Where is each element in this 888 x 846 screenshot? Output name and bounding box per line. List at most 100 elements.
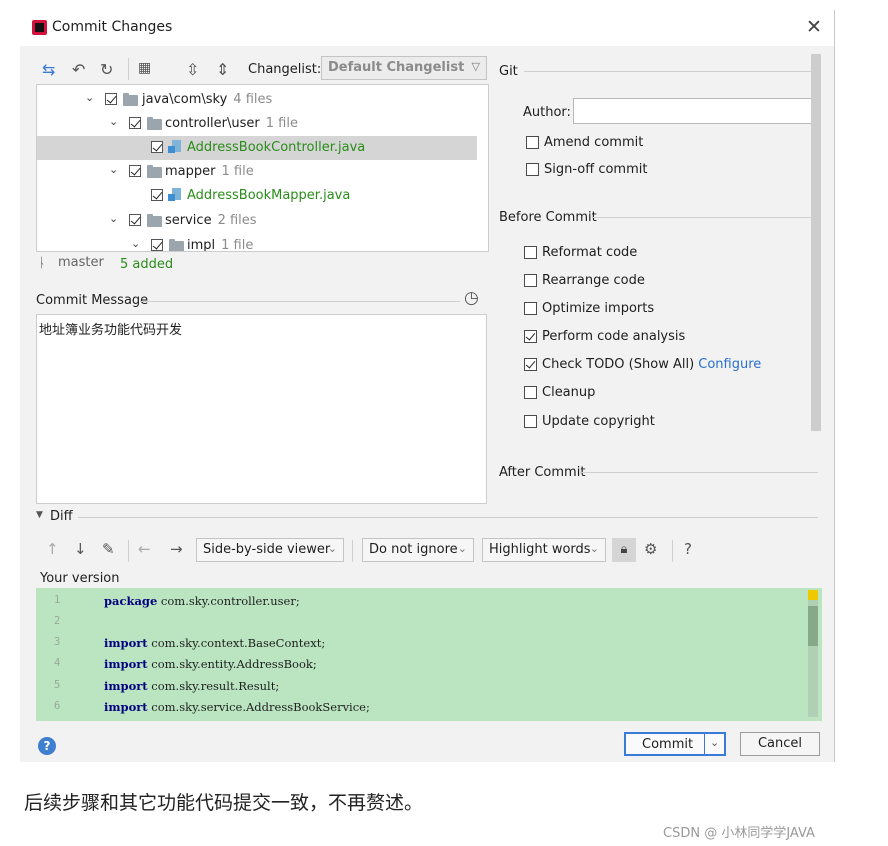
amend-commit-checkbox[interactable]: [526, 136, 539, 149]
next-diff-icon[interactable]: ↓: [74, 540, 87, 558]
code-line: 3 import com.sky.context.BaseContext;: [54, 636, 326, 650]
help-question-icon[interactable]: ?: [684, 540, 692, 558]
history-clock-icon[interactable]: ◷: [464, 288, 479, 308]
chevron-down-icon: ⌄: [457, 542, 467, 555]
configure-link[interactable]: Configure: [698, 357, 761, 372]
chevron-down-icon[interactable]: ⌄: [109, 212, 118, 225]
author-label: Author:: [523, 105, 571, 120]
help-icon[interactable]: ?: [38, 737, 56, 755]
diff-code-view[interactable]: 1 package com.sky.controller.user; 2 3 imp…: [36, 588, 822, 721]
cleanup-checkbox[interactable]: [524, 386, 537, 399]
tree-checkbox[interactable]: [151, 141, 163, 153]
back-arrow-icon[interactable]: ←: [138, 540, 151, 558]
options-scrollbar[interactable]: [811, 54, 821, 431]
tree-item-label: AddressBookController.java: [187, 140, 366, 155]
optimize-imports-checkbox[interactable]: [524, 302, 537, 315]
ignore-select[interactable]: Do not ignore ⌄: [362, 538, 474, 562]
your-version-label: Your version: [40, 571, 120, 586]
update-copyright-label[interactable]: Update copyright: [542, 414, 655, 429]
tree-row[interactable]: ⌄ java\com\sky 4 files: [37, 88, 477, 112]
collapse-triangle-icon[interactable]: ▼: [36, 510, 43, 520]
reformat-code-label[interactable]: Reformat code: [542, 245, 637, 260]
code-scrollbar-thumb[interactable]: [808, 606, 818, 646]
chevron-down-icon: ⌄: [589, 542, 599, 555]
page-caption: 后续步骤和其它功能代码提交一致，不再赘述。: [24, 792, 424, 814]
collapse-all-icon[interactable]: ⇕: [216, 60, 229, 79]
tree-row[interactable]: ⌄ controller\user 1 file: [37, 112, 477, 136]
tree-row[interactable]: ⌄ mapper 1 file: [37, 160, 477, 184]
author-input[interactable]: [573, 98, 818, 124]
ignore-value: Do not ignore: [369, 542, 458, 557]
perform-code-analysis-label[interactable]: Perform code analysis: [542, 329, 685, 344]
folder-icon: [169, 239, 184, 251]
refresh-icon[interactable]: ↻: [100, 60, 113, 79]
check-todo-label[interactable]: Check TODO (Show All) Configure: [542, 357, 761, 372]
tree-checkbox[interactable]: [129, 117, 141, 129]
chevron-down-icon[interactable]: ⌄: [131, 237, 140, 250]
prev-diff-icon[interactable]: ↑: [46, 540, 59, 558]
tree-row[interactable]: ⌄ service 2 files: [37, 209, 477, 233]
divider: [524, 71, 818, 72]
toolbar-separator: [128, 540, 129, 562]
compare-icon[interactable]: ⇆: [42, 60, 55, 79]
cleanup-label[interactable]: Cleanup: [542, 385, 595, 400]
chevron-down-icon: ⌄: [327, 542, 337, 555]
cancel-button[interactable]: Cancel: [740, 732, 820, 756]
forward-arrow-icon[interactable]: →: [170, 540, 183, 558]
toolbar-separator: [352, 540, 353, 562]
commit-message-text: 地址簿业务功能代码开发: [39, 323, 183, 338]
optimize-imports-label[interactable]: Optimize imports: [542, 301, 654, 316]
toolbar-separator: [672, 540, 673, 562]
viewer-select[interactable]: Side-by-side viewer ⌄: [196, 538, 344, 562]
tree-checkbox[interactable]: [151, 239, 163, 251]
diff-label: Diff: [50, 509, 73, 524]
commit-dialog: Commit Changes ✕ ⇆ ↶ ↻ ▦ ⇳ ⇕ Changelist:…: [20, 10, 835, 762]
chevron-down-icon: ▽: [471, 60, 480, 73]
rollback-icon[interactable]: ↶: [72, 60, 85, 79]
tree-row[interactable]: AddressBookMapper.java: [37, 184, 477, 208]
divider: [140, 301, 460, 302]
rearrange-code-label[interactable]: Rearrange code: [542, 273, 645, 288]
before-commit-section-title: Before Commit: [499, 210, 597, 225]
branch-name[interactable]: master: [58, 255, 104, 270]
close-icon[interactable]: ✕: [806, 16, 822, 38]
window-title: Commit Changes: [52, 19, 173, 35]
folder-icon: [147, 117, 162, 130]
edit-source-icon[interactable]: ✎: [102, 540, 115, 558]
tree-checkbox[interactable]: [129, 214, 141, 226]
rearrange-code-checkbox[interactable]: [524, 274, 537, 287]
commit-message-label: Commit Message: [36, 293, 149, 308]
chevron-down-icon[interactable]: ⌄: [109, 115, 118, 128]
tree-checkbox[interactable]: [151, 189, 163, 201]
check-todo-checkbox[interactable]: [524, 358, 537, 371]
after-commit-section-title: After Commit: [499, 465, 586, 480]
tree-checkbox[interactable]: [129, 165, 141, 177]
tree-row[interactable]: ⌄ impl 1 file: [37, 234, 477, 251]
signoff-commit-checkbox[interactable]: [526, 163, 539, 176]
chevron-down-icon[interactable]: ⌄: [710, 736, 719, 749]
changelist-value: Default Changelist: [328, 60, 465, 75]
update-copyright-checkbox[interactable]: [524, 415, 537, 428]
signoff-commit-label[interactable]: Sign-off commit: [544, 162, 647, 177]
split-divider: [704, 734, 705, 754]
lock-icon[interactable]: 🔒︎: [612, 538, 636, 562]
commit-message-input[interactable]: 地址簿业务功能代码开发: [36, 314, 487, 504]
tree-row[interactable]: AddressBookController.java: [37, 136, 477, 160]
tree-checkbox[interactable]: [105, 93, 117, 105]
group-by-icon[interactable]: ▦: [138, 60, 151, 76]
chevron-down-icon[interactable]: ⌄: [85, 91, 94, 104]
changes-tree: ⌄ java\com\sky 4 files ⌄ controller\user 1…: [36, 84, 489, 252]
change-marker: [808, 590, 818, 600]
perform-code-analysis-checkbox[interactable]: [524, 330, 537, 343]
commit-button[interactable]: Commit ⌄: [624, 732, 726, 756]
highlight-select[interactable]: Highlight words ⌄: [482, 538, 606, 562]
chevron-down-icon[interactable]: ⌄: [109, 163, 118, 176]
reformat-code-checkbox[interactable]: [524, 246, 537, 259]
commit-button-label: Commit: [642, 737, 694, 752]
changelist-select[interactable]: Default Changelist ▽: [321, 56, 487, 80]
toolbar-separator: [128, 58, 129, 80]
expand-all-icon[interactable]: ⇳: [186, 60, 199, 79]
amend-commit-label[interactable]: Amend commit: [544, 135, 643, 150]
git-section-title: Git: [499, 64, 518, 79]
gear-icon[interactable]: ⚙: [644, 540, 657, 558]
